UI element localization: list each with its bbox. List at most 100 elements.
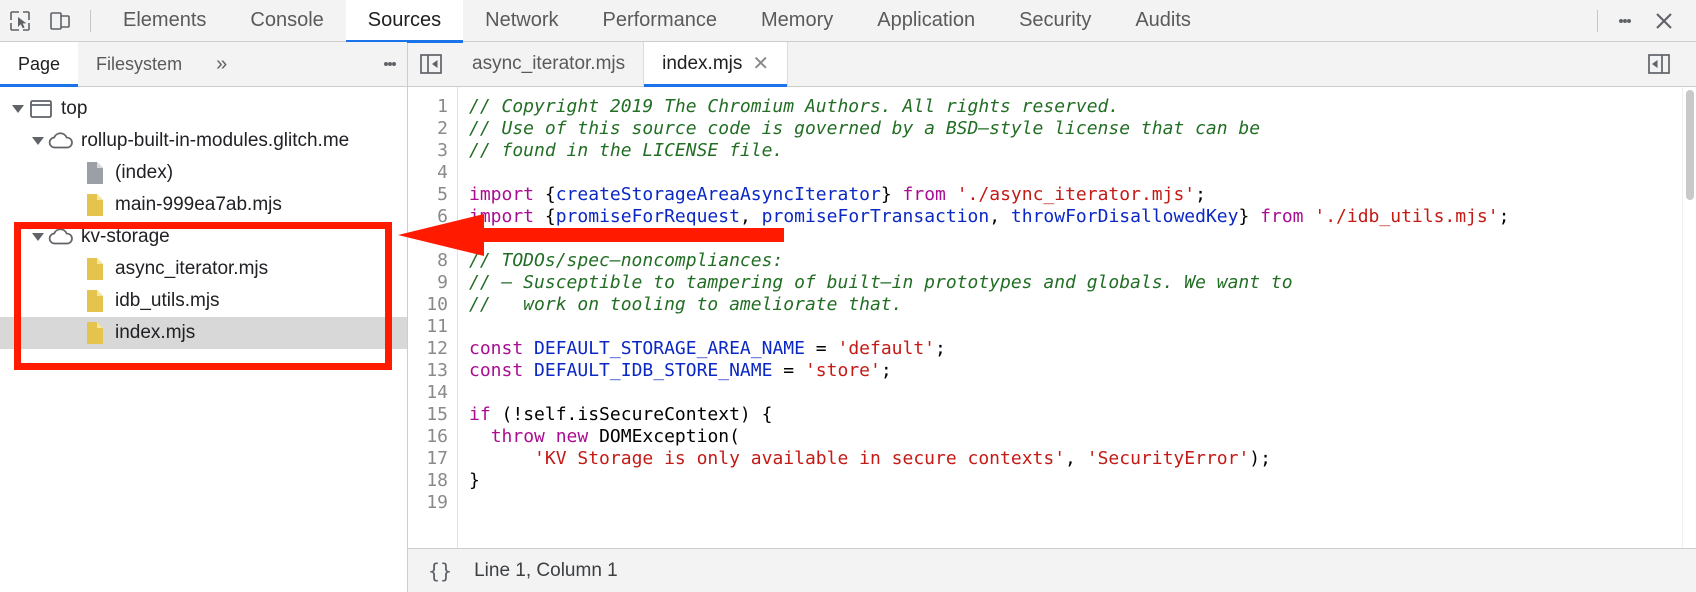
code-line (469, 162, 1682, 184)
code-token (523, 338, 534, 359)
code-token: promiseForTransaction (762, 206, 990, 227)
code-token: throw (491, 426, 545, 447)
line-number: 3 (408, 140, 448, 162)
toolbar-right-actions (1587, 0, 1696, 42)
code-editor[interactable]: 12345678910111213141516171819 // Copyrig… (408, 87, 1696, 548)
code-token: throwForDisallowedKey (1011, 206, 1239, 227)
code-token: // – Susceptible to tampering of built–i… (469, 272, 1293, 293)
code-token: , (740, 206, 762, 227)
code-token: import (469, 184, 534, 205)
twisty-expanded-icon[interactable] (28, 137, 48, 145)
line-number: 6 (408, 206, 448, 228)
code-token (523, 360, 534, 381)
code-token: new (556, 426, 589, 447)
frame-icon (28, 99, 54, 119)
tree-item-domain[interactable]: rollup-built-in-modules.glitch.me (0, 125, 407, 157)
document-yellow-icon (82, 289, 108, 313)
tab-network[interactable]: Network (463, 0, 580, 42)
tree-item-index-doc-label: (index) (115, 162, 173, 184)
code-token: './async_iterator.mjs' (957, 184, 1195, 205)
code-content[interactable]: // Copyright 2019 The Chromium Authors. … (458, 87, 1682, 548)
tab-memory[interactable]: Memory (739, 0, 855, 42)
line-number: 18 (408, 470, 448, 492)
navigator-tab-page[interactable]: Page (0, 42, 78, 86)
sources-panel: Page Filesystem » (0, 42, 1696, 592)
code-token (469, 426, 491, 447)
navigator-tab-filesystem[interactable]: Filesystem (78, 42, 200, 86)
code-line: // Use of this source code is governed b… (469, 118, 1682, 140)
editor-scrollbar[interactable] (1682, 87, 1696, 548)
code-token: 'SecurityError' (1087, 448, 1250, 469)
line-number: 19 (408, 492, 448, 514)
code-token: // Copyright 2019 The Chromium Authors. … (469, 96, 1119, 117)
tab-performance[interactable]: Performance (581, 0, 740, 42)
code-token: { (534, 184, 556, 205)
tree-item-index-doc[interactable]: (index) (0, 157, 407, 189)
code-line: } (469, 470, 1682, 492)
show-navigator-icon[interactable] (408, 42, 454, 86)
code-token (545, 426, 556, 447)
navigator-tab-filesystem-label: Filesystem (96, 54, 182, 75)
code-token: ; (881, 360, 892, 381)
tab-memory-label: Memory (761, 9, 833, 32)
tree-item-main-mjs[interactable]: main-999ea7ab.mjs (0, 189, 407, 221)
show-debugger-icon[interactable] (1636, 53, 1682, 75)
tree-item-index-mjs[interactable]: index.mjs (0, 317, 407, 349)
document-yellow-icon (82, 257, 108, 281)
tree-item-top[interactable]: top (0, 93, 407, 125)
code-token (469, 448, 534, 469)
tree-item-index-mjs-label: index.mjs (115, 322, 195, 344)
line-number: 10 (408, 294, 448, 316)
line-number: 4 (408, 162, 448, 184)
tab-console[interactable]: Console (228, 0, 345, 42)
editor-tab-index-mjs[interactable]: index.mjs ✕ (644, 42, 788, 86)
tree-item-kv-storage[interactable]: kv-storage (0, 221, 407, 253)
tree-item-idb-utils-mjs[interactable]: idb_utils.mjs (0, 285, 407, 317)
close-tab-icon[interactable]: ✕ (752, 54, 769, 74)
line-number: 2 (408, 118, 448, 140)
devtools-main-toolbar: Elements Console Sources Network Perform… (0, 0, 1696, 42)
tree-item-async-iterator-mjs[interactable]: async_iterator.mjs (0, 253, 407, 285)
file-tree: top rollup-built-in-modules.glitch.me (0, 87, 407, 592)
close-devtools-icon[interactable] (1642, 1, 1686, 41)
twisty-expanded-icon[interactable] (28, 233, 48, 241)
devtools-window: Elements Console Sources Network Perform… (0, 0, 1696, 592)
navigator-more-options-icon[interactable] (373, 44, 407, 84)
navigator-header-actions (373, 42, 407, 86)
tab-security[interactable]: Security (997, 0, 1113, 42)
code-line: // Copyright 2019 The Chromium Authors. … (469, 96, 1682, 118)
tree-item-top-label: top (61, 98, 87, 120)
line-number: 14 (408, 382, 448, 404)
tree-item-idb-utils-mjs-label: idb_utils.mjs (115, 290, 220, 312)
tab-security-label: Security (1019, 9, 1091, 32)
scrollbar-thumb[interactable] (1686, 90, 1694, 200)
tab-application[interactable]: Application (855, 0, 997, 42)
chevron-double-right-icon[interactable]: » (200, 42, 243, 86)
line-number: 11 (408, 316, 448, 338)
code-token: ); (1249, 448, 1271, 469)
tree-item-domain-label: rollup-built-in-modules.glitch.me (81, 130, 349, 152)
editor-tab-async-iterator-mjs[interactable]: async_iterator.mjs (454, 42, 644, 86)
code-token: 'KV Storage is only available in secure … (534, 448, 1065, 469)
code-line: const DEFAULT_STORAGE_AREA_NAME = 'defau… (469, 338, 1682, 360)
code-token: = (772, 360, 805, 381)
document-yellow-icon (82, 193, 108, 217)
tree-item-main-mjs-label: main-999ea7ab.mjs (115, 194, 282, 216)
pretty-print-icon[interactable]: {} (422, 557, 458, 585)
code-line: // – Susceptible to tampering of built–i… (469, 272, 1682, 294)
document-yellow-icon (82, 321, 108, 345)
tab-sources[interactable]: Sources (346, 0, 463, 42)
tab-console-label: Console (250, 9, 323, 32)
tab-performance-label: Performance (603, 9, 718, 32)
tab-audits[interactable]: Audits (1113, 0, 1213, 42)
navigator-more-label: » (216, 53, 227, 76)
twisty-expanded-icon[interactable] (8, 105, 28, 113)
tab-elements[interactable]: Elements (101, 0, 228, 42)
code-token: } (469, 470, 480, 491)
code-token: DEFAULT_IDB_STORE_NAME (534, 360, 772, 381)
inspect-element-icon[interactable] (0, 1, 40, 41)
more-options-icon[interactable] (1608, 1, 1642, 41)
device-toolbar-icon[interactable] (40, 1, 80, 41)
main-tab-list: Elements Console Sources Network Perform… (101, 0, 1213, 42)
navigator-pane: Page Filesystem » (0, 42, 408, 592)
